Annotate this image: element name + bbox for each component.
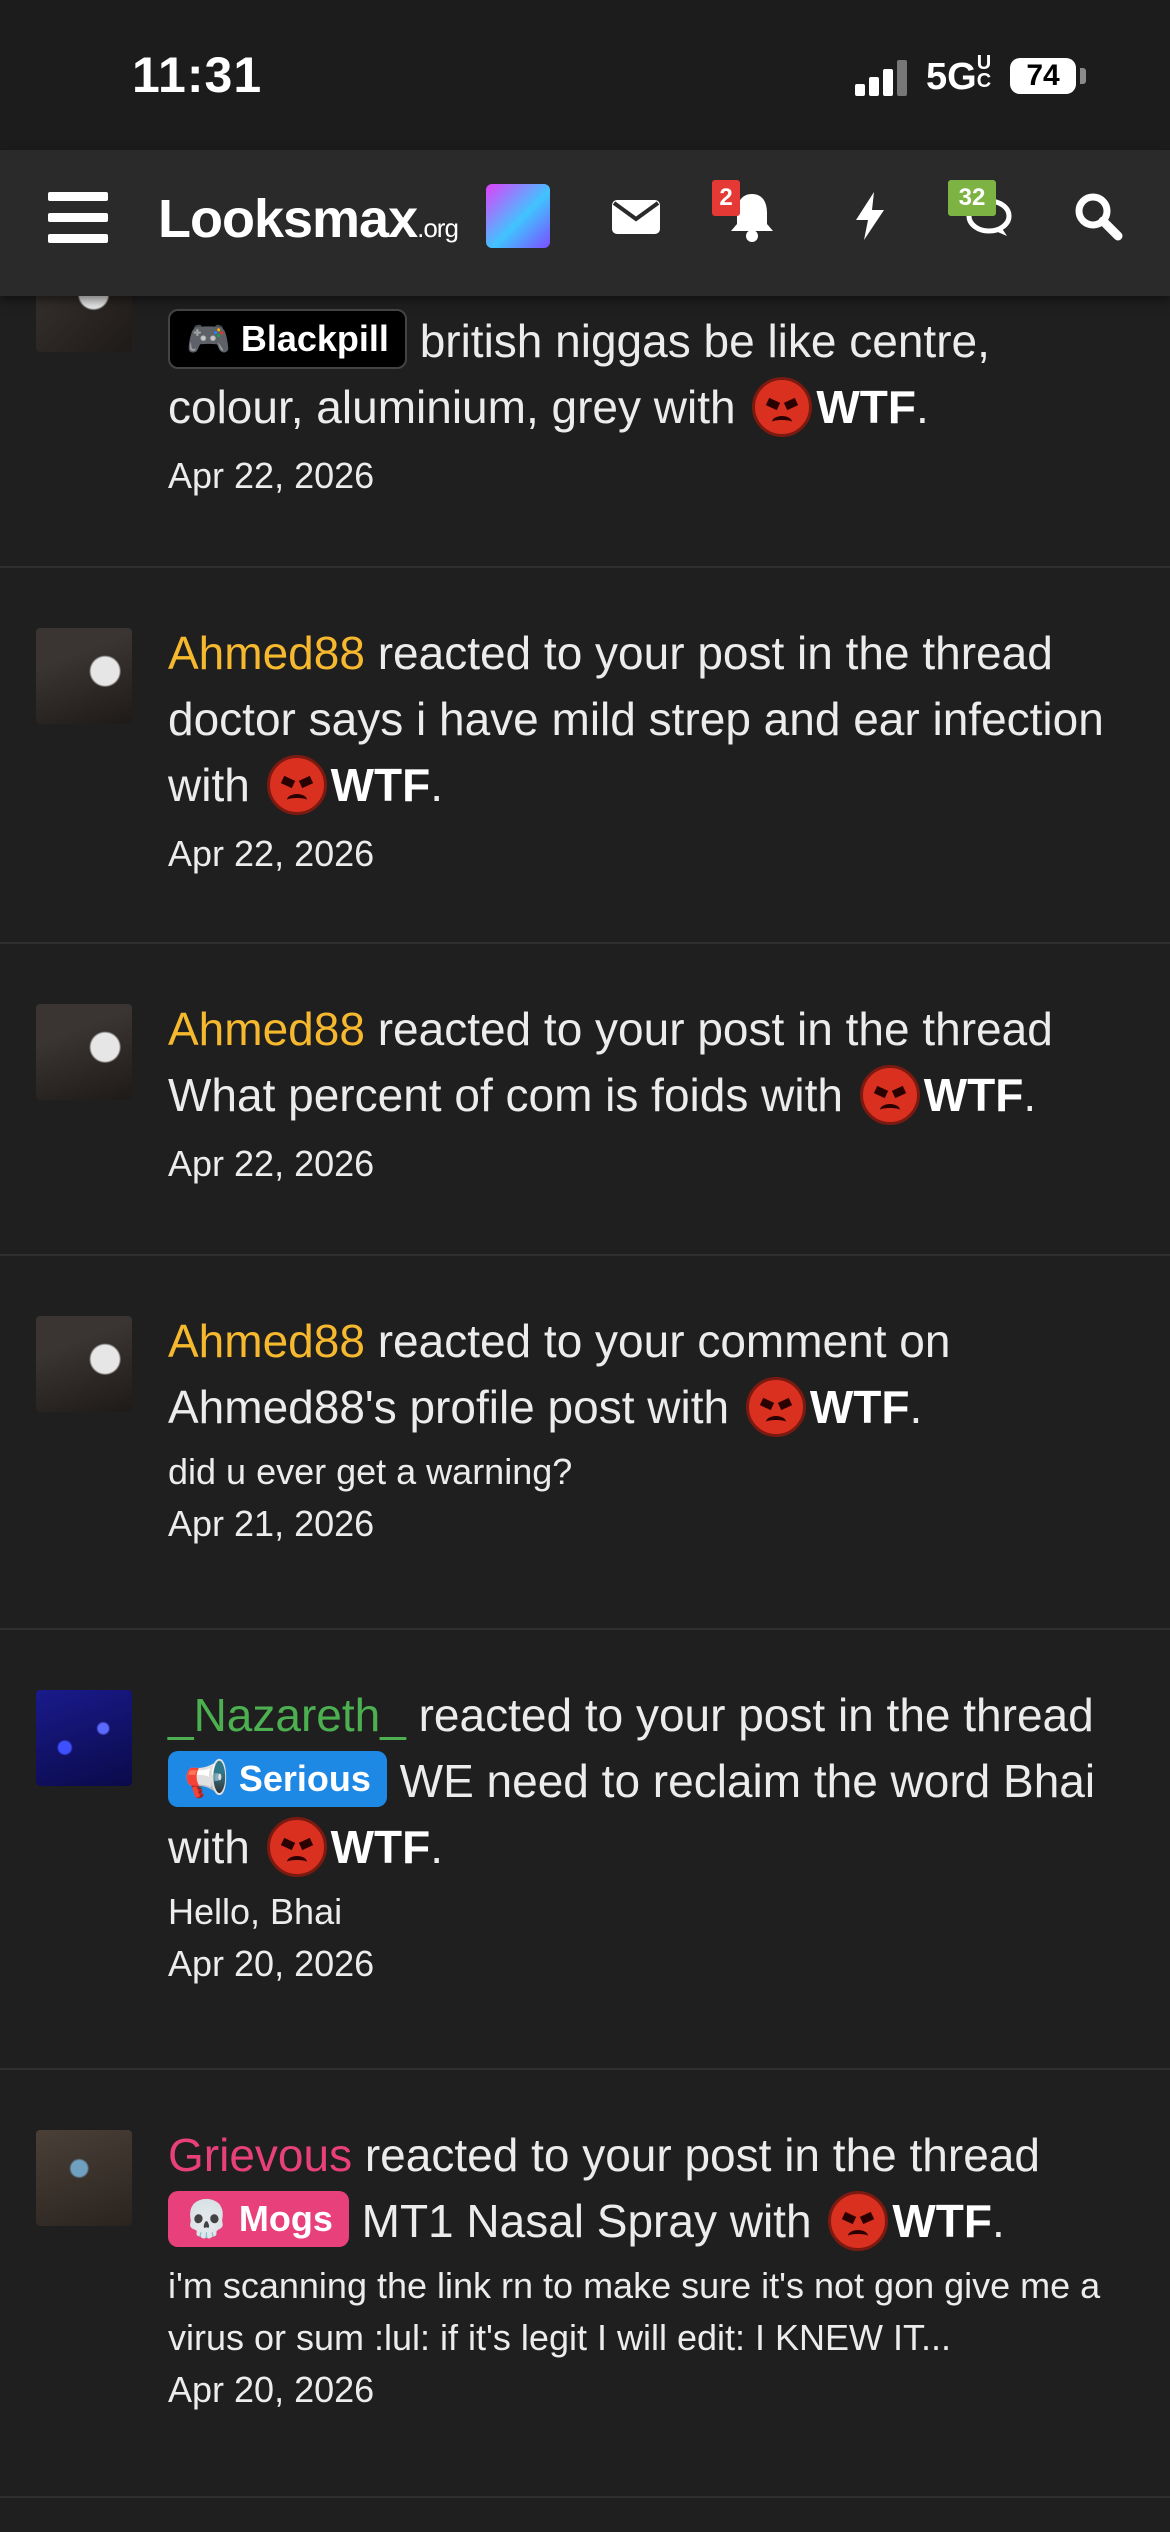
reaction-label: WTF bbox=[923, 1069, 1024, 1121]
alert-item[interactable]: Ahmed88 reacted to your post in the thre… bbox=[0, 566, 1170, 944]
alert-date: Apr 21, 2026 bbox=[168, 1503, 375, 1544]
angry-face-icon bbox=[745, 1377, 806, 1437]
alert-snippet: i'm scanning the link rn to make sure it… bbox=[168, 2265, 1101, 2358]
alert-item[interactable]: Ahmed88 reacted to your post in the thre… bbox=[0, 942, 1170, 1256]
avatar[interactable] bbox=[36, 628, 132, 724]
angry-face-icon bbox=[752, 377, 813, 437]
network-label: 5G bbox=[926, 56, 977, 98]
signal-icon bbox=[855, 60, 915, 96]
angry-face-icon bbox=[266, 1817, 327, 1877]
megaphone-icon: 📢 bbox=[184, 1758, 229, 1799]
thread-prefix-serious[interactable]: 📢 Serious bbox=[168, 1751, 387, 1807]
alert-item[interactable]: 🎮 Blackpill british niggas be like centr… bbox=[0, 256, 1170, 568]
alert-text[interactable]: reacted to your post in the thread bbox=[419, 1689, 1094, 1741]
search-icon[interactable] bbox=[1068, 186, 1128, 246]
status-time: 11:31 bbox=[132, 47, 263, 103]
username[interactable]: _Nazareth_ bbox=[168, 1689, 406, 1741]
prefix-label: Serious bbox=[238, 1758, 371, 1799]
reaction-label: WTF bbox=[816, 381, 916, 433]
angry-face-icon bbox=[859, 1065, 920, 1125]
reaction-label: WTF bbox=[809, 1381, 910, 1433]
alert-date: Apr 22, 2026 bbox=[168, 455, 375, 496]
menu-icon[interactable] bbox=[48, 192, 108, 244]
alert-date: Apr 20, 2026 bbox=[168, 2369, 375, 2410]
logo-text: Looksmax bbox=[158, 189, 418, 249]
logo-suffix: .org bbox=[417, 213, 459, 243]
lightning-icon[interactable] bbox=[840, 186, 900, 246]
thread-prefix-blackpill[interactable]: 🎮 Blackpill bbox=[168, 309, 407, 369]
battery-icon: 74 bbox=[1010, 58, 1076, 94]
alert-date: Apr 22, 2026 bbox=[168, 833, 375, 874]
inbox-icon[interactable] bbox=[606, 186, 666, 246]
angry-face-icon bbox=[266, 755, 327, 815]
thread-title[interactable]: MT1 Nasal Spray with bbox=[362, 2195, 812, 2247]
alert-content: 🎮 Blackpill british niggas be like centr… bbox=[168, 308, 1128, 502]
alert-item[interactable]: _Nazareth_ reacted to your post in the t… bbox=[0, 1628, 1170, 2070]
username[interactable]: Grievous bbox=[168, 2129, 352, 2181]
alert-snippet: Hello, Bhai bbox=[168, 1891, 343, 1932]
avatar[interactable] bbox=[36, 1690, 132, 1786]
alert-content: Ahmed88 reacted to your post in the thre… bbox=[168, 996, 1128, 1190]
site-logo[interactable]: Looksmax.org bbox=[158, 188, 459, 250]
alert-snippet: did u ever get a warning? bbox=[168, 1451, 573, 1492]
top-navbar: Looksmax.org 2 32 bbox=[0, 150, 1170, 296]
alert-content: _Nazareth_ reacted to your post in the t… bbox=[168, 1682, 1128, 1990]
network-suffix: UC bbox=[976, 52, 992, 92]
avatar[interactable] bbox=[36, 1316, 132, 1412]
battery-tip bbox=[1080, 68, 1086, 84]
prefix-label: Blackpill bbox=[240, 318, 389, 359]
thread-prefix-mogs[interactable]: 💀 Mogs bbox=[168, 2191, 349, 2247]
alerts-badge: 2 bbox=[712, 180, 740, 216]
username[interactable]: Ahmed88 bbox=[168, 1315, 365, 1367]
alert-content: Ahmed88 reacted to your comment on Ahmed… bbox=[168, 1308, 1128, 1550]
alert-content: Ahmed88 reacted to your post in the thre… bbox=[168, 620, 1128, 880]
account-avatar[interactable] bbox=[486, 184, 550, 248]
alert-text[interactable]: reacted to your post in the thread bbox=[365, 2129, 1040, 2181]
alert-date: Apr 20, 2026 bbox=[168, 1943, 375, 1984]
reaction-label: WTF bbox=[330, 759, 431, 811]
username[interactable]: Ahmed88 bbox=[168, 1003, 365, 1055]
skull-icon: 💀 bbox=[184, 2198, 229, 2239]
alert-date: Apr 22, 2026 bbox=[168, 1143, 375, 1184]
angry-face-icon bbox=[828, 2191, 889, 2251]
network-indicator: 5GUC bbox=[926, 52, 993, 99]
status-bar: 11:31 5GUC 74 bbox=[0, 0, 1170, 150]
prefix-label: Mogs bbox=[238, 2198, 333, 2239]
reaction-label: WTF bbox=[330, 1821, 431, 1873]
alert-content: Grievous reacted to your post in the thr… bbox=[168, 2122, 1128, 2416]
alert-item[interactable]: Ahmed88 reacted to your comment on Ahmed… bbox=[0, 1254, 1170, 1630]
gamepad-icon: 🎮 bbox=[186, 318, 231, 359]
conversations-badge: 32 bbox=[948, 180, 996, 216]
reaction-label: WTF bbox=[892, 2195, 992, 2247]
alert-item[interactable]: Grievous reacted to your post in the thr… bbox=[0, 2068, 1170, 2498]
username[interactable]: Ahmed88 bbox=[168, 627, 365, 679]
avatar[interactable] bbox=[36, 1004, 132, 1100]
avatar[interactable] bbox=[36, 2130, 132, 2226]
